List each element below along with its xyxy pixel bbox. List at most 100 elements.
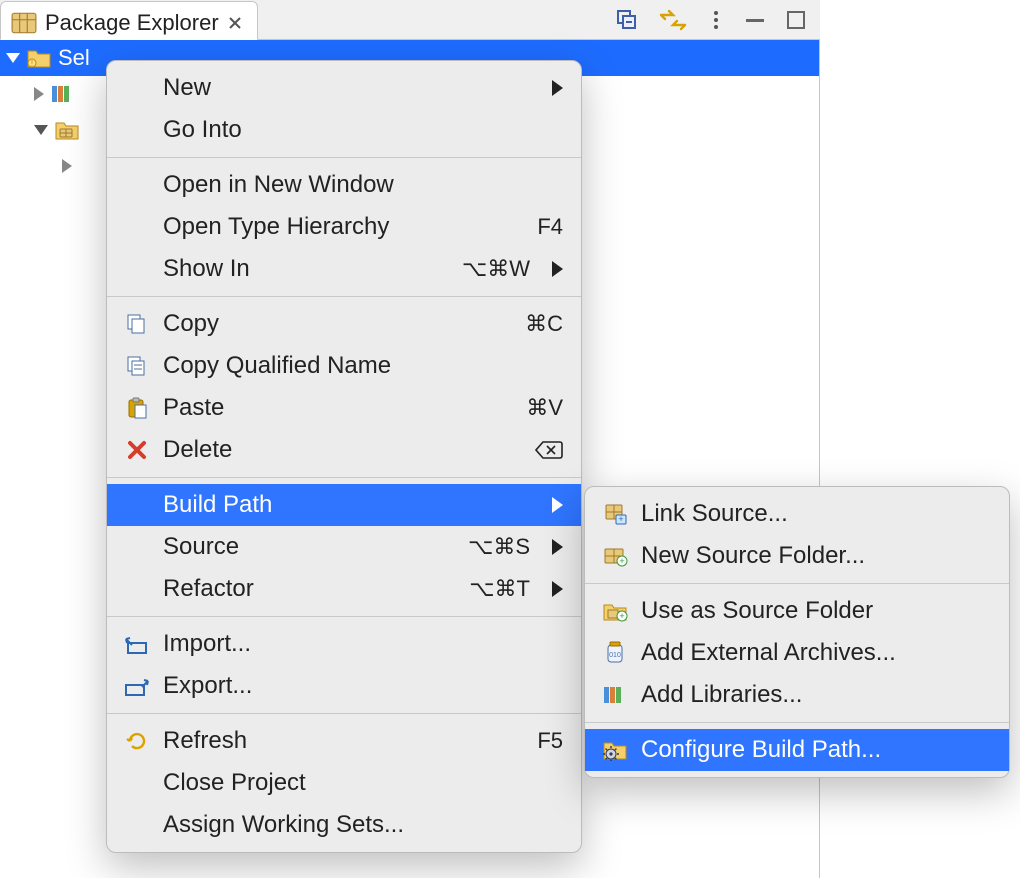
library-icon [601,683,629,707]
menu-label: New [163,74,211,102]
menu-label: New Source Folder... [641,542,865,570]
menu-shortcut: F4 [503,214,563,240]
menu-label: Build Path [163,491,272,519]
menu-item-assign-working-sets[interactable]: Assign Working Sets... [107,804,581,846]
menu-separator [107,616,581,617]
submenu-arrow-icon [552,581,563,597]
maximize-icon[interactable] [786,10,806,30]
menu-item-link-source[interactable]: + Link Source... [585,493,1009,535]
menu-item-add-external[interactable]: 010 Add External Archives... [585,632,1009,674]
library-icon [50,83,76,105]
menu-label: Add Libraries... [641,681,802,709]
menu-label: Copy Qualified Name [163,352,391,380]
menu-item-configure-build-path[interactable]: Configure Build Path... [585,729,1009,771]
refresh-icon [123,729,151,753]
menu-label: Refresh [163,727,247,755]
menu-item-new-source-folder[interactable]: + New Source Folder... [585,535,1009,577]
close-icon[interactable] [227,15,243,31]
menu-item-go-into[interactable]: Go Into [107,109,581,151]
menu-item-show-in[interactable]: Show In ⌥⌘W [107,248,581,290]
menu-shortcut: ⌥⌘T [469,576,530,602]
svg-text:+: + [618,514,623,524]
submenu-arrow-icon [552,80,563,96]
project-label: Sel [58,45,90,71]
menu-shortcut: ⌥⌘S [468,534,530,560]
disclosure-icon[interactable] [6,53,20,63]
menu-label: Import... [163,630,251,658]
menu-label: Assign Working Sets... [163,811,404,839]
menu-separator [107,296,581,297]
menu-label: Add External Archives... [641,639,896,667]
menu-label: Show In [163,255,250,283]
delete-key-icon [535,438,563,462]
menu-item-open-type-hierarchy[interactable]: Open Type Hierarchy F4 [107,206,581,248]
menu-item-new[interactable]: New [107,67,581,109]
copy-icon [123,312,151,336]
menu-item-delete[interactable]: Delete [107,429,581,471]
svg-text:+: + [619,556,624,566]
link-with-editor-icon[interactable] [658,9,688,31]
copy-qualified-icon [123,354,151,378]
menu-label: Source [163,533,239,561]
view-tab-bar: Package Explorer [0,0,820,40]
menu-separator [107,477,581,478]
menu-item-refactor[interactable]: Refactor ⌥⌘T [107,568,581,610]
new-source-folder-icon: + [601,544,629,568]
menu-separator [107,713,581,714]
menu-item-import[interactable]: Import... [107,623,581,665]
submenu-arrow-icon [552,497,563,513]
menu-separator [585,722,1009,723]
menu-label: Configure Build Path... [641,736,881,764]
menu-item-copy-qualified[interactable]: Copy Qualified Name [107,345,581,387]
delete-icon [123,438,151,462]
jar-icon: 010 [601,641,629,665]
submenu-arrow-icon [552,261,563,277]
menu-item-copy[interactable]: Copy ⌘C [107,303,581,345]
menu-item-paste[interactable]: Paste ⌘V [107,387,581,429]
menu-label: Close Project [163,769,306,797]
disclosure-icon[interactable] [62,159,72,173]
menu-item-export[interactable]: Export... [107,665,581,707]
menu-shortcut: F5 [503,728,563,754]
menu-label: Go Into [163,116,242,144]
menu-label: Paste [163,394,224,422]
use-as-source-icon: + [601,599,629,623]
source-folder-icon [54,119,80,141]
menu-label: Use as Source Folder [641,597,873,625]
menu-item-close-project[interactable]: Close Project [107,762,581,804]
package-explorer-tab[interactable]: Package Explorer [0,1,258,40]
menu-item-open-new-window[interactable]: Open in New Window [107,164,581,206]
menu-label: Copy [163,310,219,338]
minimize-icon[interactable] [744,12,766,28]
menu-shortcut: ⌥⌘W [462,256,530,282]
svg-text:+: + [619,611,624,621]
menu-label: Open Type Hierarchy [163,213,389,241]
disclosure-icon[interactable] [34,87,44,101]
menu-separator [585,583,1009,584]
package-explorer-icon [11,12,37,34]
menu-item-refresh[interactable]: Refresh F5 [107,720,581,762]
export-icon [123,674,151,698]
view-toolbar [616,0,820,39]
context-menu: New Go Into Open in New Window Open Type… [106,60,582,853]
link-source-icon: + [601,502,629,526]
menu-label: Delete [163,436,232,464]
submenu-arrow-icon [552,539,563,555]
menu-item-add-libraries[interactable]: Add Libraries... [585,674,1009,716]
menu-label: Open in New Window [163,171,394,199]
project-folder-icon: ! [26,47,52,69]
import-icon [123,632,151,656]
view-menu-icon[interactable] [708,9,724,31]
tab-title: Package Explorer [45,10,219,36]
menu-shortcut: ⌘C [503,311,563,337]
menu-item-build-path[interactable]: Build Path [107,484,581,526]
menu-item-source[interactable]: Source ⌥⌘S [107,526,581,568]
menu-label: Export... [163,672,252,700]
disclosure-icon[interactable] [34,125,48,135]
menu-shortcut: ⌘V [503,395,563,421]
collapse-all-icon[interactable] [616,9,638,31]
menu-item-use-as-source[interactable]: + Use as Source Folder [585,590,1009,632]
paste-icon [123,396,151,420]
svg-text:!: ! [31,59,33,68]
menu-label: Link Source... [641,500,788,528]
